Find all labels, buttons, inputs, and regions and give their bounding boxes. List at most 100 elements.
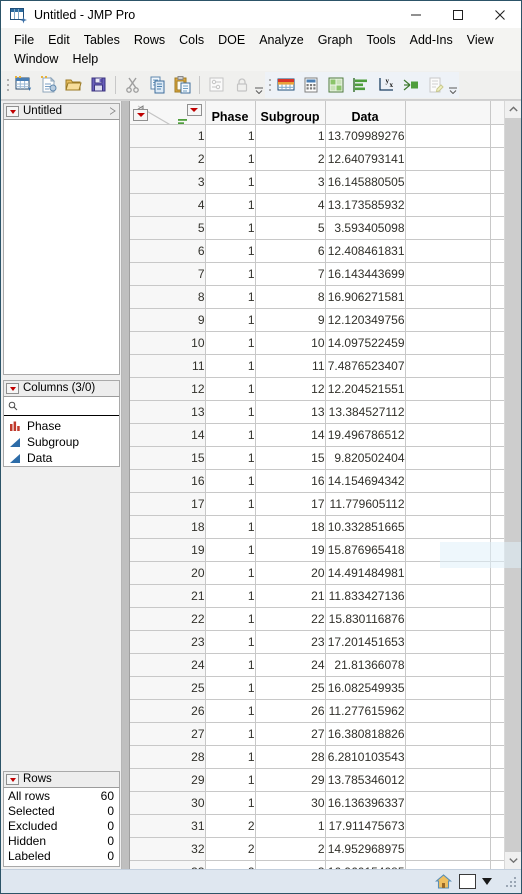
- row-number-cell[interactable]: 27: [130, 722, 206, 746]
- cell-empty[interactable]: [490, 561, 504, 585]
- cell-empty[interactable]: [405, 699, 491, 723]
- row-number-cell[interactable]: 33: [130, 860, 206, 869]
- row-number-cell[interactable]: 21: [130, 584, 206, 608]
- cell-subgroup[interactable]: 23: [255, 630, 326, 654]
- cell-phase[interactable]: 1: [205, 377, 256, 401]
- cell-empty[interactable]: [405, 791, 491, 815]
- table-row[interactable]: 26 1 26 11.277615962: [130, 699, 504, 723]
- row-number-cell[interactable]: 3: [130, 170, 206, 194]
- column-header-phase[interactable]: Phase: [205, 101, 256, 125]
- cell-phase[interactable]: 1: [205, 492, 256, 516]
- cell-phase[interactable]: 1: [205, 423, 256, 447]
- cell-empty[interactable]: [490, 308, 504, 332]
- rows-stat-all[interactable]: All rows 60: [4, 789, 119, 804]
- menu-file[interactable]: File: [7, 31, 41, 50]
- cell-subgroup[interactable]: 29: [255, 768, 326, 792]
- menu-tables[interactable]: Tables: [77, 31, 127, 50]
- row-number-cell[interactable]: 11: [130, 354, 206, 378]
- new-script-icon[interactable]: [36, 73, 61, 98]
- cell-empty[interactable]: [490, 423, 504, 447]
- row-number-cell[interactable]: 10: [130, 331, 206, 355]
- table-row[interactable]: 14 1 14 19.496786512: [130, 423, 504, 447]
- cell-subgroup[interactable]: 24: [255, 653, 326, 677]
- cell-phase[interactable]: 1: [205, 170, 256, 194]
- resize-grip-icon[interactable]: [504, 875, 518, 889]
- row-number-cell[interactable]: 6: [130, 239, 206, 263]
- cell-data[interactable]: 13.709989276: [325, 124, 406, 148]
- data-table-icon[interactable]: [273, 73, 298, 98]
- cell-empty[interactable]: [490, 354, 504, 378]
- table-panel-header[interactable]: Untitled: [3, 103, 120, 120]
- column-item-phase[interactable]: Phase: [4, 418, 119, 434]
- vertical-scrollbar[interactable]: [504, 101, 521, 869]
- save-icon[interactable]: [86, 73, 111, 98]
- minimize-button[interactable]: [395, 1, 437, 28]
- cell-data[interactable]: 16.145880505: [325, 170, 406, 194]
- cell-subgroup[interactable]: 12: [255, 377, 326, 401]
- cell-empty[interactable]: [490, 814, 504, 838]
- cell-empty[interactable]: [490, 331, 504, 355]
- table-row[interactable]: 6 1 6 12.408461831: [130, 239, 504, 263]
- column-item-subgroup[interactable]: Subgroup: [4, 434, 119, 450]
- row-number-cell[interactable]: 26: [130, 699, 206, 723]
- cell-phase[interactable]: 1: [205, 469, 256, 493]
- cell-data[interactable]: 12.408461831: [325, 239, 406, 263]
- cell-empty[interactable]: [490, 400, 504, 424]
- table-row[interactable]: 1 1 1 13.709989276: [130, 124, 504, 148]
- cell-subgroup[interactable]: 19: [255, 538, 326, 562]
- scroll-down-button[interactable]: [505, 852, 521, 869]
- cell-phase[interactable]: 2: [205, 860, 256, 869]
- row-number-cell[interactable]: 29: [130, 768, 206, 792]
- cell-phase[interactable]: 1: [205, 354, 256, 378]
- cell-subgroup[interactable]: 28: [255, 745, 326, 769]
- menu-view[interactable]: View: [460, 31, 501, 50]
- tabulate-icon[interactable]: [323, 73, 348, 98]
- new-data-table-icon[interactable]: [11, 73, 36, 98]
- toolbar-overflow-button[interactable]: [254, 73, 264, 97]
- cell-empty[interactable]: [405, 492, 491, 516]
- cell-empty[interactable]: [405, 170, 491, 194]
- table-row[interactable]: 10 1 10 14.097522459: [130, 331, 504, 355]
- cell-data[interactable]: 17.911475673: [325, 814, 406, 838]
- table-row[interactable]: 8 1 8 16.906271581: [130, 285, 504, 309]
- cell-data[interactable]: 13.384527112: [325, 400, 406, 424]
- cell-empty[interactable]: [490, 653, 504, 677]
- row-number-cell[interactable]: 9: [130, 308, 206, 332]
- cell-phase[interactable]: 1: [205, 791, 256, 815]
- fit-y-by-x-icon[interactable]: y x: [373, 73, 398, 98]
- row-number-cell[interactable]: 28: [130, 745, 206, 769]
- cell-data[interactable]: 11.277615962: [325, 699, 406, 723]
- cell-subgroup[interactable]: 16: [255, 469, 326, 493]
- cut-icon[interactable]: [120, 73, 145, 98]
- row-editor-icon[interactable]: [204, 73, 229, 98]
- cell-data[interactable]: 12.120349756: [325, 308, 406, 332]
- cell-empty[interactable]: [490, 239, 504, 263]
- fit-model-icon[interactable]: [398, 73, 423, 98]
- row-number-cell[interactable]: 1: [130, 124, 206, 148]
- rows-stat-selected[interactable]: Selected 0: [4, 804, 119, 819]
- row-number-cell[interactable]: 5: [130, 216, 206, 240]
- cell-empty[interactable]: [405, 354, 491, 378]
- cell-data[interactable]: 12.204521551: [325, 377, 406, 401]
- cell-subgroup[interactable]: 21: [255, 584, 326, 608]
- cell-empty[interactable]: [405, 147, 491, 171]
- table-row[interactable]: 24 1 24 21.81366078: [130, 653, 504, 677]
- cell-subgroup[interactable]: 22: [255, 607, 326, 631]
- cell-empty[interactable]: [490, 860, 504, 869]
- cell-empty[interactable]: [490, 745, 504, 769]
- row-number-cell[interactable]: 22: [130, 607, 206, 631]
- row-number-cell[interactable]: 30: [130, 791, 206, 815]
- cell-data[interactable]: 16.082549935: [325, 676, 406, 700]
- red-triangle-icon[interactable]: [6, 383, 19, 394]
- row-number-cell[interactable]: 20: [130, 561, 206, 585]
- menu-graph[interactable]: Graph: [311, 31, 360, 50]
- row-number-cell[interactable]: 23: [130, 630, 206, 654]
- cell-empty[interactable]: [490, 170, 504, 194]
- cell-data[interactable]: 16.960154085: [325, 860, 406, 869]
- cell-empty[interactable]: [405, 216, 491, 240]
- table-row[interactable]: 12 1 12 12.204521551: [130, 377, 504, 401]
- row-state-strip[interactable]: [122, 101, 130, 869]
- cell-phase[interactable]: 1: [205, 515, 256, 539]
- cell-empty[interactable]: [490, 262, 504, 286]
- cell-empty[interactable]: [405, 331, 491, 355]
